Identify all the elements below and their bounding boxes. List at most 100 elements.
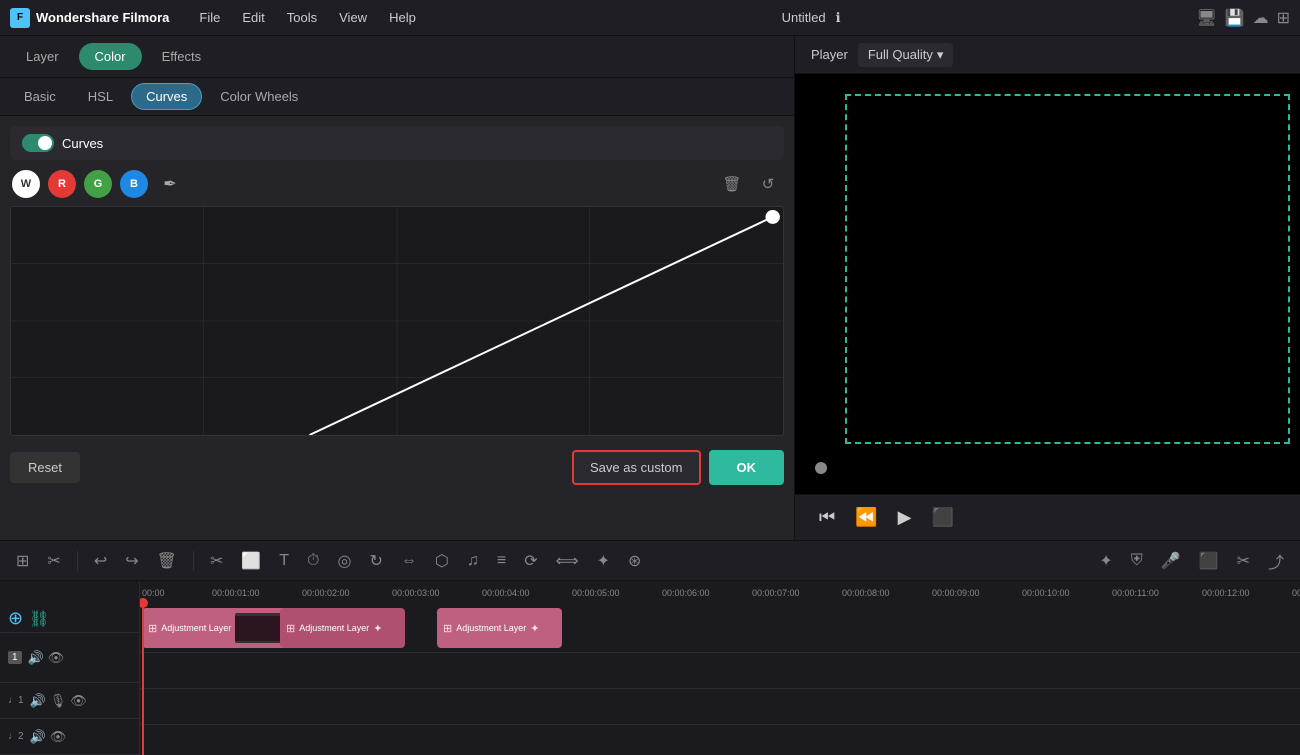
channel-blue[interactable]: B	[120, 170, 148, 198]
rotate-btn[interactable]: ↻	[364, 547, 389, 575]
svg-text:00:00:11:00: 00:00:11:00	[1112, 588, 1159, 598]
speed-btn[interactable]: ⟳	[518, 547, 543, 575]
add-track-btn[interactable]: ⊕	[8, 608, 23, 629]
channel-red[interactable]: R	[48, 170, 76, 198]
player-label: Player	[811, 47, 848, 62]
menu-edit[interactable]: Edit	[232, 6, 274, 29]
clip-1[interactable]: ⊞ Adjustment Layer ✦	[142, 608, 297, 648]
audio1-vol[interactable]: 🔊	[30, 693, 46, 709]
crop-timeline-btn[interactable]: ⬜	[235, 547, 267, 575]
subtab-color-wheels[interactable]: Color Wheels	[206, 84, 312, 109]
track1-eye[interactable]: 👁	[48, 650, 65, 666]
audio2-eye[interactable]: 👁	[50, 729, 67, 745]
mask-btn[interactable]: ⬡	[429, 547, 455, 575]
audio1-eye[interactable]: 👁	[70, 693, 87, 709]
collab-btn[interactable]: ✂	[1231, 547, 1256, 575]
tab-color[interactable]: Color	[79, 43, 142, 70]
preview-frame	[845, 94, 1290, 444]
clip-2[interactable]: ⊞ Adjustment Layer ✦	[280, 608, 405, 648]
channel-white[interactable]: W	[12, 170, 40, 198]
delete-curve-btn[interactable]: 🗑	[718, 170, 746, 198]
svg-text:00:00:01:00: 00:00:01:00	[212, 588, 260, 598]
channel-green[interactable]: G	[84, 170, 112, 198]
reset-curve-btn[interactable]: ↺	[754, 170, 782, 198]
shield-btn[interactable]: ⛨	[1125, 548, 1149, 574]
step-back-btn[interactable]: ⏮	[815, 503, 839, 532]
subtab-hsl[interactable]: HSL	[74, 84, 127, 109]
quality-select[interactable]: Full Quality ▾	[858, 43, 954, 67]
menu-file[interactable]: File	[189, 6, 230, 29]
clip-2-star: ✦	[373, 622, 382, 635]
audio-2-controls: 🔊 👁	[30, 729, 67, 745]
clip-1-label: Adjustment Layer	[161, 623, 231, 633]
track1-vol[interactable]: 🔊	[28, 650, 44, 666]
curve-svg	[11, 207, 783, 435]
subtitle-btn[interactable]: ⬛	[1193, 547, 1225, 575]
export-btn[interactable]: ⤴	[1262, 545, 1290, 577]
subtab-basic[interactable]: Basic	[10, 84, 70, 109]
ai-btn[interactable]: ⊛	[622, 547, 647, 575]
audio-1-controls: 🔊 🎙 👁	[30, 693, 87, 709]
clip-3[interactable]: ⊞ Adjustment Layer ✦	[437, 608, 562, 648]
magnet-btn[interactable]: ✂	[41, 547, 66, 575]
clip-3-star: ✦	[530, 622, 539, 635]
settings-btn[interactable]: ✦	[1093, 547, 1118, 575]
svg-text:00:00: 00:00	[142, 588, 165, 598]
tab-effects[interactable]: Effects	[146, 43, 218, 70]
overlay-btn[interactable]: ◎	[332, 547, 358, 575]
track-label-audio-1: ♩1 🔊 🎙 👁	[0, 683, 139, 719]
frame-back-btn[interactable]: ⏪	[851, 503, 881, 532]
menu-tools[interactable]: Tools	[277, 6, 327, 29]
subtab-curves[interactable]: Curves	[131, 83, 202, 110]
divider-2	[193, 551, 194, 571]
svg-text:00:00:05:00: 00:00:05:00	[572, 588, 620, 598]
monitor-icon[interactable]: 🖥	[1196, 8, 1216, 28]
clip-1-thumb	[235, 613, 285, 643]
svg-text:00:00:10:00: 00:00:10:00	[1022, 588, 1070, 598]
reset-button[interactable]: Reset	[10, 452, 80, 483]
add-media-btn[interactable]: ⊞	[10, 547, 35, 575]
top-right-controls: 🖥 💾 ☁ ⊞	[1196, 8, 1290, 28]
play-btn[interactable]: ▶	[894, 503, 916, 532]
split-btn[interactable]: ✂	[204, 547, 229, 575]
right-panel: Player Full Quality ▾ ⏮ ⏪ ▶ ⬛	[795, 36, 1300, 540]
zoom-btn[interactable]: ⇔	[395, 548, 423, 574]
curves-panel: Curves W R G B ✒ 🗑 ↺	[0, 116, 794, 540]
eyedropper-tool[interactable]: ✒	[156, 170, 184, 198]
timeline-ruler: 00:00 00:00:01:00 00:00:02:00 00:00:03:0…	[140, 581, 1300, 603]
bottom-actions: Reset Save as custom OK	[10, 450, 784, 485]
audio1-mic[interactable]: 🎙	[50, 693, 67, 709]
audio-btn[interactable]: ♫	[461, 548, 485, 574]
curves-toggle[interactable]	[22, 134, 54, 152]
undo-btn[interactable]: ↩	[88, 547, 113, 575]
clip-1-icon: ⊞	[148, 622, 157, 635]
audio2-vol[interactable]: 🔊	[30, 729, 46, 745]
time-btn[interactable]: ⏱	[301, 548, 325, 574]
save-as-custom-button[interactable]: Save as custom	[572, 450, 701, 485]
svg-text:00:00:08:00: 00:00:08:00	[842, 588, 890, 598]
save-icon[interactable]: 💾	[1225, 8, 1245, 28]
quality-value: Full Quality	[868, 47, 933, 62]
svg-text:00:00:13:00: 00:00:13:00	[1292, 588, 1300, 598]
layout-icon[interactable]: ⊞	[1277, 8, 1290, 28]
app-logo: F Wondershare Filmora	[10, 8, 169, 28]
left-panel: Layer Color Effects Basic HSL Curves Col…	[0, 36, 795, 540]
redo-btn[interactable]: ↪	[119, 547, 144, 575]
track-label-audio-2: ♩2 🔊 👁	[0, 719, 139, 755]
crop-btn[interactable]: ⬛	[927, 503, 957, 532]
delete-btn[interactable]: 🗑	[151, 547, 183, 575]
effect-btn[interactable]: ✦	[591, 547, 616, 575]
mix-btn[interactable]: ≡	[491, 548, 512, 574]
curve-canvas[interactable]	[10, 206, 784, 436]
clip-3-icon: ⊞	[443, 622, 452, 635]
link-track-btn[interactable]: ⛓	[29, 609, 49, 629]
mic-btn[interactable]: 🎤	[1155, 547, 1187, 575]
tab-layer[interactable]: Layer	[10, 43, 75, 70]
cloud-icon[interactable]: ☁	[1253, 8, 1269, 28]
ok-button[interactable]: OK	[709, 450, 785, 485]
transition-btn[interactable]: ⟺	[550, 547, 585, 575]
tabs-row: Layer Color Effects	[0, 36, 794, 78]
menu-view[interactable]: View	[329, 6, 377, 29]
text-btn[interactable]: T	[273, 548, 295, 574]
menu-help[interactable]: Help	[379, 6, 426, 29]
